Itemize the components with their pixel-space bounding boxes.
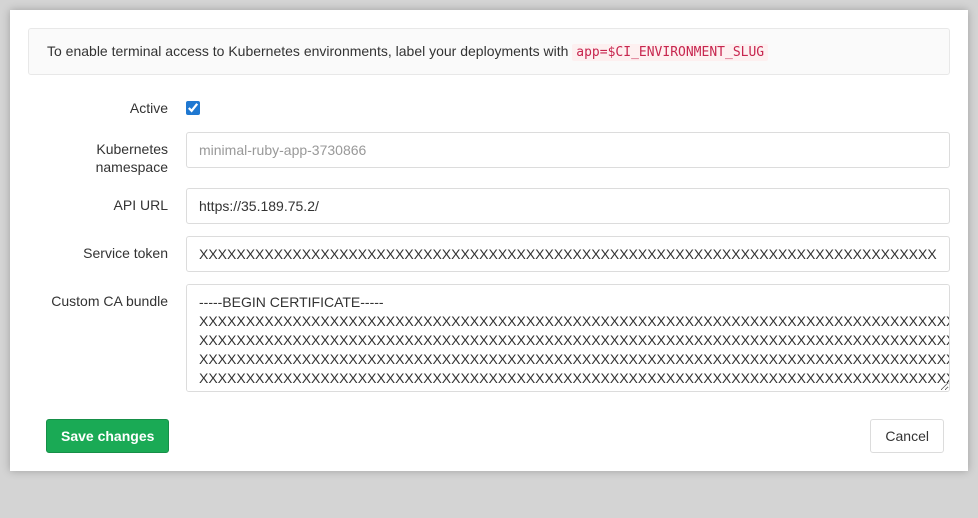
label-namespace: Kubernetes namespace xyxy=(28,132,186,176)
control-active xyxy=(186,99,950,120)
label-ca-bundle: Custom CA bundle xyxy=(28,284,186,310)
info-code: app=$CI_ENVIRONMENT_SLUG xyxy=(572,44,768,61)
save-button[interactable]: Save changes xyxy=(46,419,169,453)
service-token-input[interactable] xyxy=(186,236,950,272)
settings-panel: To enable terminal access to Kubernetes … xyxy=(10,10,968,471)
label-api-url: API URL xyxy=(28,188,186,214)
control-api-url xyxy=(186,188,950,224)
active-checkbox[interactable] xyxy=(186,101,200,115)
info-text: To enable terminal access to Kubernetes … xyxy=(47,43,572,59)
info-box: To enable terminal access to Kubernetes … xyxy=(28,28,950,75)
label-active: Active xyxy=(28,99,186,117)
row-ca-bundle: Custom CA bundle xyxy=(28,284,950,397)
label-service-token: Service token xyxy=(28,236,186,262)
row-active: Active xyxy=(28,99,950,120)
api-url-input[interactable] xyxy=(186,188,950,224)
row-namespace: Kubernetes namespace xyxy=(28,132,950,176)
row-api-url: API URL xyxy=(28,188,950,224)
row-service-token: Service token xyxy=(28,236,950,272)
control-service-token xyxy=(186,236,950,272)
ca-bundle-textarea[interactable] xyxy=(186,284,950,392)
cancel-button[interactable]: Cancel xyxy=(870,419,944,453)
control-ca-bundle xyxy=(186,284,950,397)
button-row: Save changes Cancel xyxy=(28,419,950,453)
namespace-input[interactable] xyxy=(186,132,950,168)
control-namespace xyxy=(186,132,950,168)
